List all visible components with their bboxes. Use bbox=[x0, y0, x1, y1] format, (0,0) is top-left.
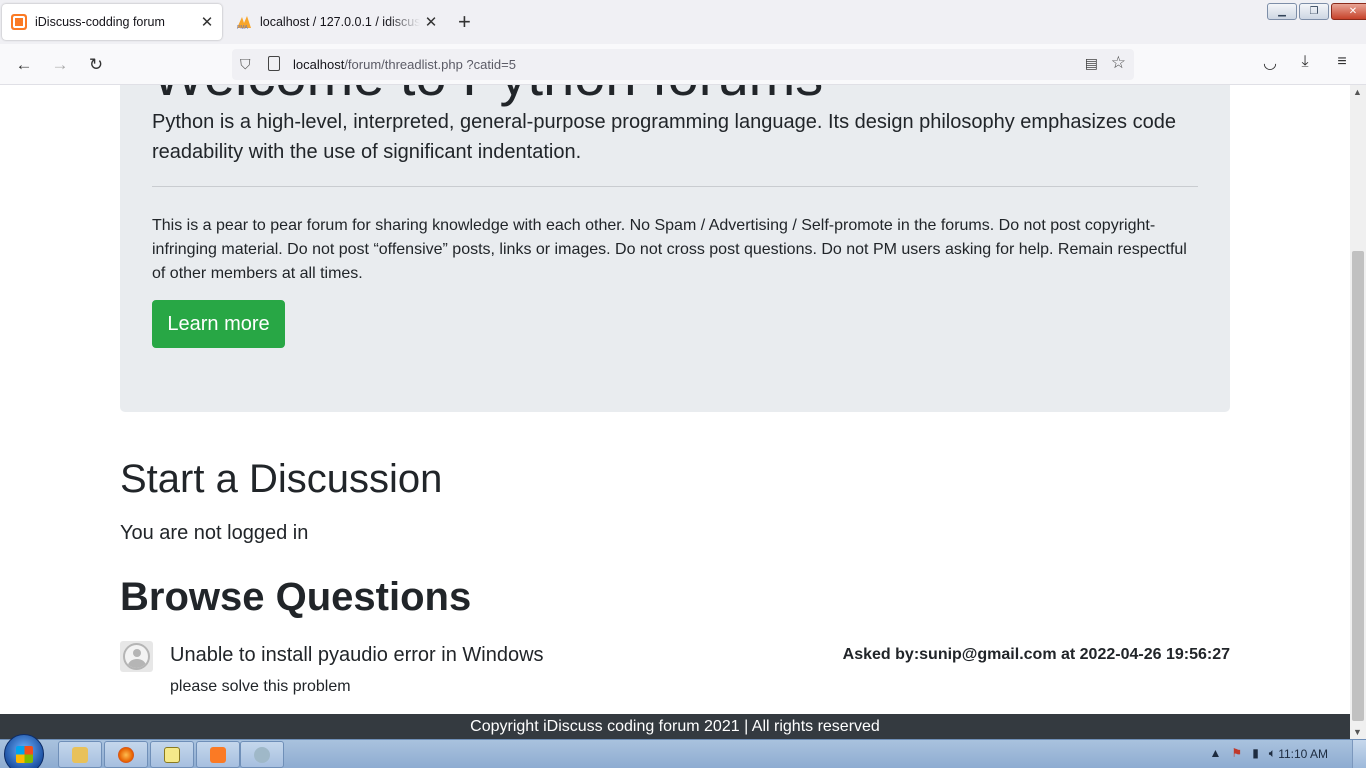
new-tab-icon[interactable]: + bbox=[458, 9, 471, 35]
divider bbox=[152, 186, 1198, 187]
address-bar[interactable]: ⛉ localhost/forum/threadlist.php ?catid=… bbox=[232, 49, 1134, 80]
vertical-scrollbar[interactable]: ▲ ▼ bbox=[1350, 85, 1366, 739]
copyright-text: Copyright iDiscuss coding forum 2021 | A… bbox=[470, 717, 880, 735]
network-icon[interactable]: ▮ bbox=[1252, 746, 1259, 761]
volume-icon[interactable]: 🔈︎ bbox=[1269, 746, 1276, 761]
forward-arrow-icon[interactable]: → bbox=[47, 52, 73, 78]
svg-text:PMA: PMA bbox=[237, 25, 249, 30]
navigation-bar: ← → ↻ ⛉ localhost/forum/threadlist.php ?… bbox=[0, 44, 1366, 85]
user-avatar-icon bbox=[120, 641, 153, 672]
reader-view-icon[interactable]: ▤ bbox=[1085, 55, 1098, 72]
tab-title: localhost / 127.0.0.1 / idiscuss / bbox=[260, 15, 420, 29]
taskbar: ▲ ⚑ ▮ 🔈︎ 11:10 AM bbox=[0, 734, 1366, 768]
forum-rules: This is a pear to pear forum for sharing… bbox=[152, 217, 1187, 282]
tab-title: iDiscuss-codding forum bbox=[35, 15, 165, 29]
category-description: Python is a high-level, interpreted, gen… bbox=[152, 111, 1176, 163]
close-tab-icon[interactable]: ✕ bbox=[420, 13, 442, 31]
show-hidden-icons-icon[interactable]: ▲ bbox=[1210, 746, 1222, 761]
close-tab-icon[interactable]: ✕ bbox=[196, 13, 218, 31]
url-host: localhost bbox=[293, 57, 345, 72]
tab-phpmyadmin[interactable]: PMA localhost / 127.0.0.1 / idiscuss / ✕ bbox=[228, 4, 446, 40]
app-taskbar-icon[interactable] bbox=[240, 741, 284, 768]
download-icon[interactable]: ⤓ bbox=[1294, 53, 1316, 71]
system-tray: ▲ ⚑ ▮ 🔈︎ bbox=[1210, 746, 1276, 761]
close-window-icon[interactable]: ✕ bbox=[1331, 3, 1366, 20]
window-controls: ▁ ❐ ✕ bbox=[1267, 3, 1366, 21]
pocket-icon[interactable]: ◡ bbox=[1259, 53, 1281, 73]
back-arrow-icon[interactable]: ← bbox=[11, 52, 37, 78]
page-viewport: Welcome to Python forums Python is a hig… bbox=[0, 85, 1350, 714]
scrollbar-thumb[interactable] bbox=[1352, 251, 1364, 721]
start-discussion-heading: Start a Discussion bbox=[120, 457, 443, 501]
xampp-taskbar-icon[interactable] bbox=[196, 741, 240, 768]
minimize-icon[interactable]: ▁ bbox=[1267, 3, 1297, 20]
tab-strip: iDiscuss-codding forum ✕ PMA localhost /… bbox=[0, 0, 1366, 44]
menu-hamburger-icon[interactable]: ≡ bbox=[1331, 53, 1353, 71]
tab-idiscuss[interactable]: iDiscuss-codding forum ✕ bbox=[2, 4, 222, 40]
page-info-icon[interactable] bbox=[268, 56, 280, 71]
bookmark-star-icon[interactable]: ☆ bbox=[1111, 53, 1126, 73]
phpmyadmin-favicon-icon: PMA bbox=[236, 14, 252, 30]
question-description: please solve this problem bbox=[170, 678, 351, 695]
notepad-taskbar-icon[interactable] bbox=[150, 741, 194, 768]
clock[interactable]: 11:10 AM bbox=[1278, 747, 1328, 761]
jumbotron: Welcome to Python forums Python is a hig… bbox=[120, 85, 1230, 412]
firefox-taskbar-icon[interactable] bbox=[104, 741, 148, 768]
xampp-favicon-icon bbox=[11, 14, 27, 30]
scroll-down-icon[interactable]: ▼ bbox=[1353, 727, 1362, 737]
page-footer: Copyright iDiscuss coding forum 2021 | A… bbox=[0, 714, 1350, 739]
show-desktop-button[interactable] bbox=[1352, 740, 1366, 768]
start-button-icon[interactable] bbox=[4, 734, 44, 768]
action-center-flag-icon[interactable]: ⚑ bbox=[1231, 746, 1242, 761]
jumbotron-heading: Welcome to Python forums bbox=[152, 85, 823, 108]
learn-more-button[interactable]: Learn more bbox=[152, 300, 285, 348]
url-text[interactable]: localhost/forum/threadlist.php ?catid=5 bbox=[293, 57, 516, 72]
browse-questions-heading: Browse Questions bbox=[120, 575, 472, 619]
question-meta: Asked by:sunip@gmail.com at 2022-04-26 1… bbox=[842, 646, 1230, 663]
scroll-up-icon[interactable]: ▲ bbox=[1353, 87, 1362, 97]
question-title-link[interactable]: Unable to install pyaudio error in Windo… bbox=[170, 644, 544, 667]
shield-icon[interactable]: ⛉ bbox=[240, 56, 251, 73]
explorer-taskbar-icon[interactable] bbox=[58, 741, 102, 768]
reload-icon[interactable]: ↻ bbox=[83, 52, 109, 78]
restore-icon[interactable]: ❐ bbox=[1299, 3, 1329, 20]
login-status: You are not logged in bbox=[120, 522, 309, 544]
url-path: /forum/threadlist.php ?catid=5 bbox=[344, 57, 516, 72]
